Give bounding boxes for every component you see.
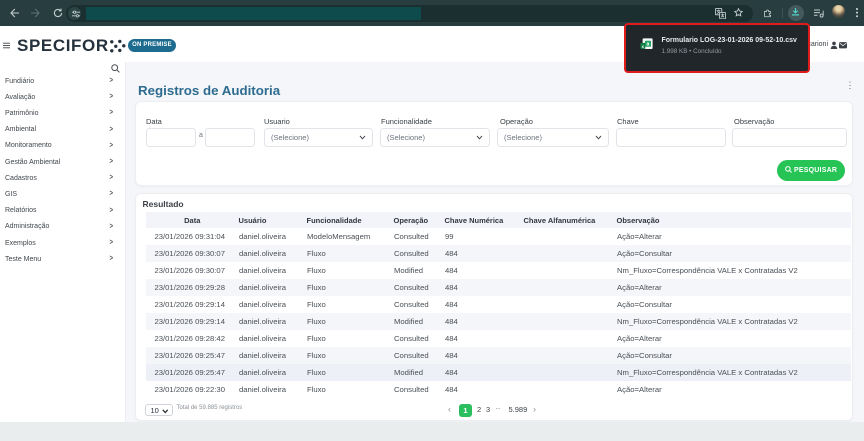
svg-text:a: a bbox=[647, 41, 650, 47]
